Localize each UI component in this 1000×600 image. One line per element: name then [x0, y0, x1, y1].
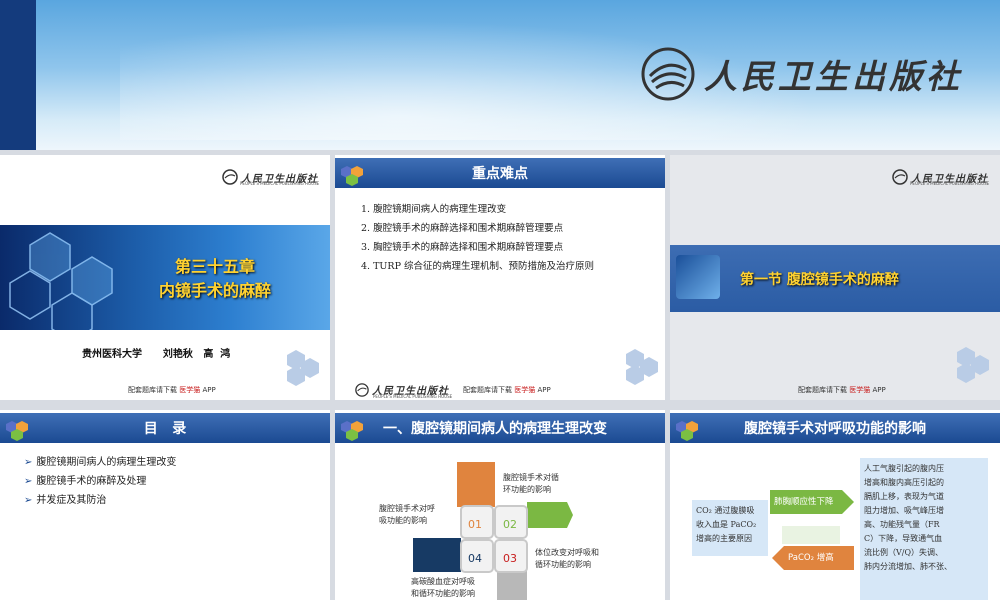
section-title: 第一节 腹腔镜手术的麻醉	[740, 272, 899, 288]
key-point-item: 2. 腹腔镜手术的麻醉选择和围术期麻醉管理要点	[361, 223, 564, 234]
section-banner: 第一节 腹腔镜手术的麻醉	[670, 245, 1000, 312]
app-promo-prefix: 配套题库请下载	[128, 386, 180, 394]
paco2-increase-label: PaCO₂ 增高	[788, 553, 834, 563]
slide5-title: 一、腹腔镜期间病人的病理生理改变	[383, 421, 607, 437]
co2-absorption-box: CO₂ 通过腹膜吸 收入血是 PaCO₂ 增高的主要原因	[692, 500, 768, 556]
app-promo-prefix: 配套题库请下载	[798, 386, 850, 394]
chapter-banner: 第三十五章 内镜手术的麻醉	[0, 225, 330, 330]
colored-hexagons-icon	[341, 421, 363, 441]
key-point-item: 4. TURP 综合征的病理生理机制、预防措施及治疗原则	[361, 261, 594, 272]
toc-item: ➢ 腹腔镜手术的麻醉及处理	[24, 472, 176, 491]
slide-thumbnail-2[interactable]: 重点难点 1. 腹腔镜期间病人的病理生理改变 2. 腹腔镜手术的麻醉选择和围术期…	[335, 155, 665, 400]
app-promo-suffix: APP	[535, 386, 551, 394]
app-promo-name: 医学猫	[179, 386, 201, 394]
quadrant-label-4: 高碳酸血症对呼吸 和循环功能的影响	[411, 577, 475, 598]
publisher-emblem-icon	[892, 169, 908, 185]
app-promo-name: 医学猫	[849, 386, 871, 394]
app-promo-suffix: APP	[200, 386, 216, 394]
quadrant-orange	[457, 462, 495, 507]
app-promo-name: 医学猫	[514, 386, 536, 394]
toc-item: ➢ 并发症及其防治	[24, 491, 176, 510]
slide3-logo-subtitle: PEOPLE'S MEDICAL PUBLISHING HOUSE	[910, 181, 990, 186]
header-banner: 人民卫生出版社	[0, 0, 1000, 150]
quadrant-label-2: 腹腔镜手术对循 环功能的影响	[503, 473, 559, 494]
chapter-title: 第三十五章 内镜手术的麻醉	[120, 255, 310, 303]
slide1-logo: 人民卫生出版社 PEOPLE'S MEDICAL PUBLISHING HOUS…	[222, 169, 320, 186]
app-promo-prefix: 配套题库请下载	[463, 386, 515, 394]
quadrant-label-3: 体位改变对呼吸和 循环功能的影响	[535, 548, 599, 569]
slide2-app-promo: 配套题库请下载 医学猫 APP	[463, 385, 551, 395]
compliance-decrease-label: 肺胸顺应性下降	[774, 497, 834, 507]
slide5-title-bar: 一、腹腔镜期间病人的病理生理改变	[335, 413, 665, 443]
header-left-bar	[0, 0, 36, 150]
slide4-title-bar: 目 录	[0, 413, 330, 443]
publisher-emblem-icon	[641, 47, 695, 101]
slide2-logo-subtitle: PEOPLE'S MEDICAL PUBLISHING HOUSE	[373, 394, 453, 399]
slide6-title-bar: 腹腔镜手术对呼吸功能的影响	[670, 413, 1000, 443]
quadrant-number-1: 01	[468, 518, 482, 531]
quadrant-green	[527, 502, 573, 528]
quadrant-label-1: 腹腔镜手术对呼 吸功能的影响	[379, 504, 435, 525]
slide-thumbnail-6[interactable]: 腹腔镜手术对呼吸功能的影响 CO₂ 通过腹膜吸 收入血是 PaCO₂ 增高的主要…	[670, 410, 1000, 600]
chapter-name: 内镜手术的麻醉	[158, 281, 271, 300]
slide-thumbnail-5[interactable]: 一、腹腔镜期间病人的病理生理改变 01 02 04 03 腹腔镜手术对呼 吸功能…	[335, 410, 665, 600]
publisher-emblem-icon	[222, 169, 238, 185]
decorative-hexagons-icon	[626, 349, 658, 385]
key-point-item: 1. 腹腔镜期间病人的病理生理改变	[361, 204, 507, 215]
slide2-title: 重点难点	[472, 166, 528, 182]
toc-item: ➢ 腹腔镜期间病人的病理生理改变	[24, 453, 176, 472]
slide4-title: 目 录	[143, 421, 187, 437]
slide2-title-bar: 重点难点	[335, 158, 665, 188]
slide-thumbnail-3[interactable]: 人民卫生出版社 PEOPLE'S MEDICAL PUBLISHING HOUS…	[670, 155, 1000, 400]
slide3-app-promo: 配套题库请下载 医学猫 APP	[798, 385, 886, 395]
table-of-contents: ➢ 腹腔镜期间病人的病理生理改变 ➢ 腹腔镜手术的麻醉及处理 ➢ 并发症及其防治	[24, 453, 176, 510]
slide1-app-promo: 配套题库请下载 医学猫 APP	[128, 385, 216, 395]
arrow-right-icon: ➢	[24, 476, 33, 487]
app-promo-suffix: APP	[870, 386, 886, 394]
toc-item-label: 腹腔镜手术的麻醉及处理	[36, 476, 147, 487]
quadrant-number-2: 02	[503, 518, 517, 531]
colored-hexagons-icon	[6, 421, 28, 441]
colored-hexagons-icon	[341, 166, 363, 186]
section-image	[676, 255, 720, 299]
arrow-right-icon: ➢	[24, 495, 33, 506]
arrow-right-icon: ➢	[24, 457, 33, 468]
slide-thumbnail-4[interactable]: 目 录 ➢ 腹腔镜期间病人的病理生理改变 ➢ 腹腔镜手术的麻醉及处理 ➢ 并发症及其防…	[0, 410, 330, 600]
toc-item-label: 并发症及其防治	[36, 495, 107, 506]
slide3-logo: 人民卫生出版社 PEOPLE'S MEDICAL PUBLISHING HOUS…	[892, 169, 990, 186]
publisher-name: 人民卫生出版社	[704, 57, 963, 96]
quadrant-number-3: 03	[503, 552, 517, 565]
slide-thumbnail-1[interactable]: 人民卫生出版社 PEOPLE'S MEDICAL PUBLISHING HOUS…	[0, 155, 330, 400]
key-points-list: 1. 腹腔镜期间病人的病理生理改变 2. 腹腔镜手术的麻醉选择和围术期麻醉管理要…	[361, 200, 594, 276]
pneumoperitoneum-effect-box: 人工气腹引起的腹内压 增高和腹内高压引起的 膈肌上移，表现为气道 阻力增加、吸气…	[860, 458, 988, 600]
quadrant-number-4: 04	[468, 552, 482, 565]
slide1-logo-subtitle: PEOPLE'S MEDICAL PUBLISHING HOUSE	[240, 181, 320, 186]
colored-hexagons-icon	[676, 421, 698, 441]
chapter-number: 第三十五章	[174, 257, 255, 276]
toc-item-label: 腹腔镜期间病人的病理生理改变	[36, 457, 177, 468]
slide6-title: 腹腔镜手术对呼吸功能的影响	[744, 421, 926, 437]
key-point-item: 3. 胸腔镜手术的麻醉选择和围术期麻醉管理要点	[361, 242, 564, 253]
slide2-logo: 人民卫生出版社 PEOPLE'S MEDICAL PUBLISHING HOUS…	[355, 382, 453, 399]
publisher-emblem-icon	[355, 382, 369, 397]
decorative-hexagons-icon	[287, 350, 319, 386]
publisher-logo: 人民卫生出版社	[640, 46, 963, 102]
quadrant-navy	[413, 538, 461, 572]
decorative-hexagons-icon	[957, 347, 989, 383]
